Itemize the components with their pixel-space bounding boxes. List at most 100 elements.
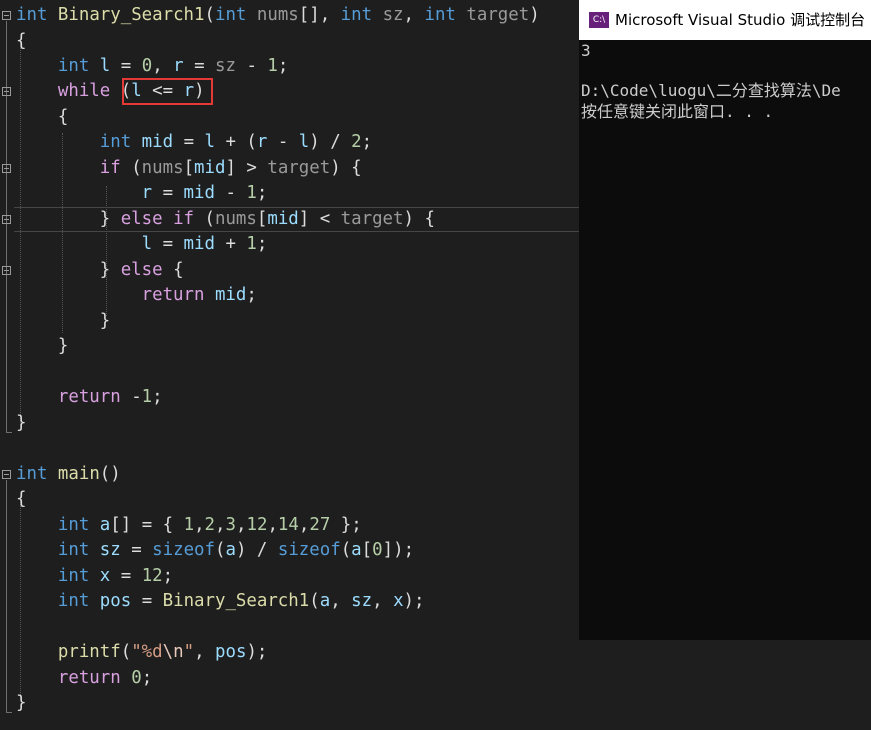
number: 12: [141, 566, 163, 586]
code-line[interactable]: {: [16, 487, 26, 512]
control-keyword: else: [120, 260, 163, 280]
code-text: ) {: [403, 209, 435, 229]
code-text: [],: [298, 5, 341, 25]
code-text: ;: [277, 56, 289, 76]
code-line[interactable]: if (nums[mid] > target) {: [16, 156, 362, 181]
function-name: printf: [57, 642, 121, 662]
control-keyword: return: [57, 387, 121, 407]
code-line[interactable]: int sz = sizeof(a) / sizeof(a[0]);: [16, 538, 414, 563]
code-line[interactable]: int main(): [16, 462, 121, 487]
code-text: {: [16, 489, 27, 509]
code-text: ,: [267, 515, 278, 535]
code-line[interactable]: int Binary_Search1(int nums[], int sz, i…: [16, 3, 540, 28]
code-text: ,: [215, 515, 226, 535]
variable: a: [225, 540, 236, 560]
control-keyword: if: [173, 209, 195, 229]
code-line[interactable]: int a[] = { 1,2,3,12,14,27 };: [16, 513, 362, 538]
code-text: };: [330, 515, 362, 535]
code-text: ,: [152, 56, 174, 76]
keyword: int: [424, 5, 456, 25]
code-line[interactable]: r = mid - 1;: [16, 181, 268, 206]
code-line[interactable]: }: [16, 411, 26, 436]
fold-toggle-icon[interactable]: [2, 164, 11, 173]
variable: mid: [214, 285, 247, 305]
code-text: }: [16, 413, 27, 433]
code-text: -: [120, 387, 142, 407]
parameter: target: [466, 5, 530, 25]
fold-toggle-icon[interactable]: [2, 266, 11, 275]
number: 27: [309, 515, 331, 535]
highlight-box: [122, 78, 213, 105]
code-text: ]);: [382, 540, 415, 560]
code-text: (: [340, 540, 352, 560]
code-line[interactable]: int l = 0, r = sz - 1;: [16, 54, 289, 79]
code-text: ,: [330, 591, 352, 611]
code-text: ;: [256, 183, 268, 203]
code-text: +: [214, 234, 247, 254]
code-line[interactable]: printf("%d\n", pos);: [16, 640, 268, 665]
parameter: nums: [256, 5, 299, 25]
code-text: (: [194, 209, 215, 229]
code-text: + (: [215, 132, 257, 152]
code-line[interactable]: int mid = l + (r - l) / 2;: [16, 130, 372, 155]
variable: r: [141, 183, 153, 203]
code-line[interactable]: }: [16, 691, 26, 716]
debug-console-window[interactable]: C:\ Microsoft Visual Studio 调试控制台 3 D:\C…: [579, 0, 871, 640]
code-line[interactable]: }: [16, 334, 68, 359]
variable: mid: [183, 183, 215, 203]
code-line[interactable]: {: [16, 105, 68, 130]
fold-toggle-icon[interactable]: [2, 470, 11, 479]
code-line[interactable]: int x = 12;: [16, 564, 173, 589]
code-text: ;: [141, 668, 153, 688]
number: 0: [372, 540, 383, 560]
code-line[interactable]: }: [16, 309, 110, 334]
parameter: target: [267, 158, 331, 178]
code-line[interactable]: } else {: [16, 258, 184, 283]
fold-toggle-icon[interactable]: [2, 11, 11, 20]
fold-toggle-icon[interactable]: [2, 215, 11, 224]
code-line[interactable]: } else if (nums[mid] < target) {: [16, 207, 435, 232]
fold-guide: [6, 480, 7, 712]
variable: mid: [141, 132, 174, 152]
code-line[interactable]: return 0;: [16, 666, 152, 691]
variable: mid: [183, 234, 215, 254]
variable: l: [204, 132, 215, 152]
code-line[interactable]: l = mid + 1;: [16, 232, 268, 257]
code-text: -: [236, 56, 268, 76]
code-text: ;: [256, 234, 268, 254]
code-text: ,: [372, 591, 394, 611]
console-titlebar[interactable]: C:\ Microsoft Visual Studio 调试控制台: [579, 0, 871, 40]
code-text: ,: [403, 5, 425, 25]
code-text: =: [131, 591, 163, 611]
code-text: [] = {: [110, 515, 184, 535]
function-name: Binary_Search1: [57, 5, 205, 25]
number: 1: [246, 234, 257, 254]
code-text: -: [267, 132, 299, 152]
function-name: Binary_Search1: [162, 591, 310, 611]
variable: l: [141, 234, 153, 254]
fold-toggle-icon[interactable]: [2, 87, 11, 96]
code-text: {: [16, 107, 69, 127]
number: 14: [277, 515, 299, 535]
number: 1: [183, 515, 195, 535]
control-keyword: if: [99, 158, 121, 178]
code-line[interactable]: return mid;: [16, 283, 257, 308]
fold-guide-end: [6, 712, 12, 713]
code-line[interactable]: int pos = Binary_Search1(a, sz, x);: [16, 589, 425, 614]
code-line[interactable]: {: [16, 29, 26, 54]
number: 2: [351, 132, 362, 152]
code-line[interactable]: return -1;: [16, 385, 163, 410]
console-output-line: D:\Code\luogu\二分查找算法\De: [581, 81, 841, 100]
number: 0: [141, 56, 153, 76]
